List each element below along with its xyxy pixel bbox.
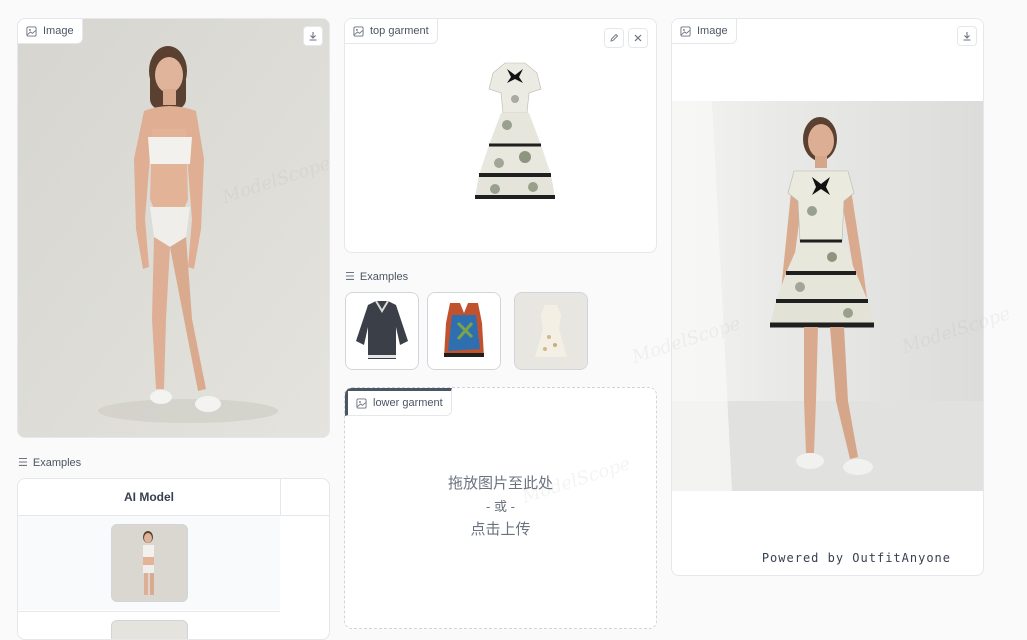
example-garment-dress[interactable] <box>514 292 588 370</box>
person-photo <box>18 19 329 437</box>
top-garment-label-text: top garment <box>370 25 429 37</box>
top-garment-panel[interactable]: top garment <box>344 18 657 253</box>
column-header-ai-model: AI Model <box>124 490 174 504</box>
download-button[interactable] <box>957 26 977 46</box>
table-row[interactable] <box>18 516 280 610</box>
person-image-label-text: Image <box>43 25 74 37</box>
download-button[interactable] <box>303 26 323 46</box>
lower-garment-label-text: lower garment <box>373 397 443 409</box>
example-garment-sweater[interactable] <box>345 292 419 370</box>
pencil-icon <box>610 33 619 42</box>
image-icon <box>356 397 367 409</box>
table-row[interactable] <box>18 611 280 639</box>
vest-thumbnail <box>428 293 500 369</box>
example-person-thumbnail[interactable] <box>111 524 188 602</box>
person-image-panel[interactable]: Image <box>17 18 330 438</box>
sweater-thumbnail <box>346 293 418 369</box>
example-garment-vest[interactable] <box>427 292 501 370</box>
drop-or-separator: - 或 - <box>486 499 515 514</box>
top-garment-label: top garment <box>345 19 438 44</box>
column-divider <box>280 479 281 515</box>
person-examples-table: AI Model <box>17 478 330 640</box>
result-image-label-text: Image <box>697 25 728 37</box>
dress-thumbnail <box>515 293 587 369</box>
powered-by-caption: Powered by OutfitAnyone <box>761 551 951 565</box>
example-person-thumbnail[interactable] <box>111 620 188 639</box>
drop-instruction: 拖放图片至此处 <box>447 475 553 492</box>
result-image-label: Image <box>672 19 737 44</box>
list-icon: ☰ <box>18 456 28 469</box>
close-icon <box>634 34 642 42</box>
dress-image <box>475 62 555 199</box>
result-image-panel: Image Powered by OutfitAnyone <box>671 18 984 576</box>
person-image-label: Image <box>18 19 83 44</box>
click-to-upload[interactable]: 点击上传 <box>345 518 656 539</box>
edit-button[interactable] <box>604 28 624 48</box>
image-icon <box>680 25 691 37</box>
top-examples-label: ☰ Examples <box>345 270 409 283</box>
download-icon <box>309 32 317 41</box>
list-icon: ☰ <box>345 270 355 283</box>
table-header: AI Model <box>18 479 329 516</box>
clear-button[interactable] <box>628 28 648 48</box>
lower-garment-upload[interactable]: lower garment 拖放图片至此处 - 或 - 点击上传 <box>344 387 657 629</box>
lower-garment-label: lower garment <box>345 388 452 416</box>
image-icon <box>26 25 37 37</box>
download-icon <box>963 32 971 41</box>
person-examples-label: ☰ Examples <box>18 456 82 469</box>
image-icon <box>353 25 364 37</box>
result-photo <box>672 101 983 491</box>
person-thumbnail-image <box>112 525 187 601</box>
